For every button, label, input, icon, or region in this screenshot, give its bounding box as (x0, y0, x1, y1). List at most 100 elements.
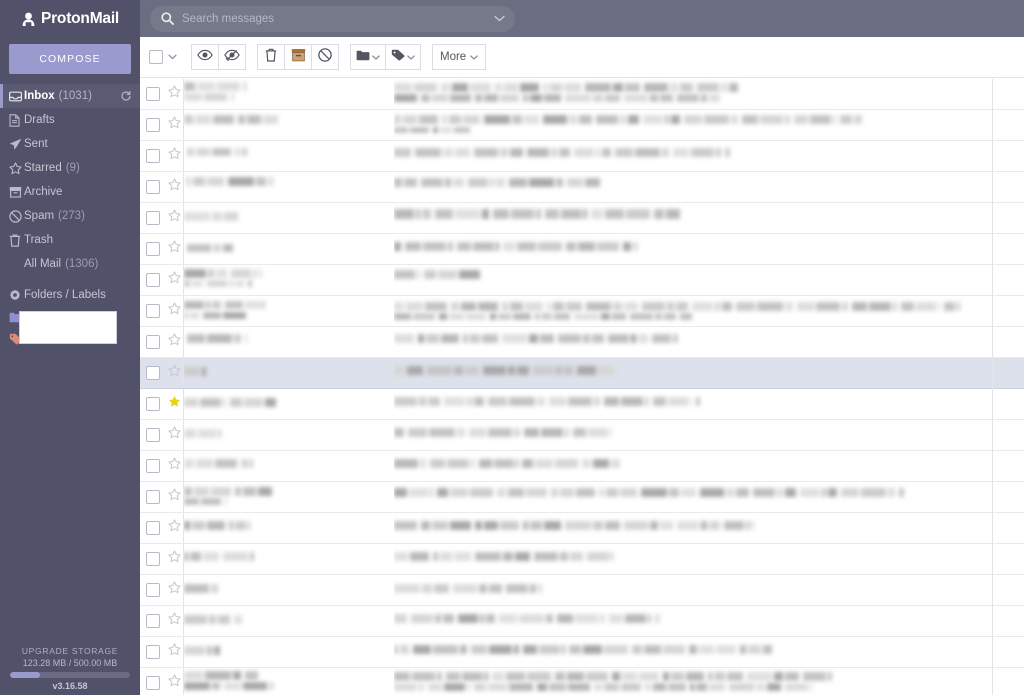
message-row[interactable] (140, 512, 1024, 544)
search-bar[interactable] (150, 5, 515, 32)
message-row[interactable] (140, 667, 1024, 695)
message-checkbox[interactable] (145, 614, 160, 628)
redacted-text (394, 177, 602, 187)
star-icon[interactable] (167, 612, 181, 630)
message-checkbox[interactable] (145, 428, 160, 442)
star-icon[interactable] (167, 364, 181, 382)
message-row[interactable] (140, 388, 1024, 420)
move-to-folder-button[interactable] (350, 44, 386, 70)
message-row[interactable] (140, 543, 1024, 575)
message-row[interactable] (140, 326, 1024, 358)
message-checkbox[interactable] (145, 490, 160, 504)
sidebar-item-folders-labels[interactable]: Folders / Labels (0, 284, 140, 306)
message-checkbox[interactable] (145, 583, 160, 597)
star-icon[interactable] (167, 488, 181, 506)
redacted-text (184, 681, 278, 690)
star-icon[interactable] (167, 581, 181, 599)
star-icon[interactable] (167, 85, 181, 103)
star-icon[interactable] (167, 240, 181, 258)
message-row[interactable] (140, 171, 1024, 203)
message-checkbox[interactable] (145, 552, 160, 566)
delete-button[interactable] (257, 44, 285, 70)
label-as-button[interactable] (385, 44, 421, 70)
message-row[interactable] (140, 481, 1024, 513)
star-icon[interactable] (167, 271, 181, 289)
message-star-cell (165, 550, 183, 568)
message-checkbox[interactable] (145, 304, 160, 318)
star-icon[interactable] (167, 519, 181, 537)
message-checkbox[interactable] (145, 149, 160, 163)
message-checkbox[interactable] (145, 521, 160, 535)
message-checkbox[interactable] (145, 273, 160, 287)
sidebar-item-starred[interactable]: Starred (9) (0, 156, 140, 180)
select-all-checkbox[interactable] (149, 50, 163, 64)
star-icon[interactable] (167, 209, 181, 227)
redacted-text (184, 497, 228, 505)
sidebar-item-inbox[interactable]: Inbox (1031) (0, 84, 140, 108)
star-icon[interactable] (167, 643, 181, 661)
archive-button[interactable] (284, 44, 312, 70)
refresh-icon[interactable] (120, 90, 132, 102)
star-icon[interactable] (167, 550, 181, 568)
search-input[interactable] (182, 12, 494, 25)
message-checkbox[interactable] (145, 180, 160, 194)
message-checkbox[interactable] (145, 397, 160, 411)
message-list[interactable] (140, 79, 1024, 695)
message-checkbox-cell (140, 366, 165, 380)
message-checkbox[interactable] (145, 242, 160, 256)
message-row[interactable] (140, 264, 1024, 296)
message-row[interactable] (140, 295, 1024, 327)
sidebar-item-drafts[interactable]: Drafts (0, 108, 140, 132)
message-row[interactable] (140, 357, 1024, 389)
mark-unread-button[interactable] (218, 44, 246, 70)
main-area: More (140, 0, 1024, 695)
message-checkbox[interactable] (145, 676, 160, 690)
sent-icon (9, 138, 24, 151)
top-bar (140, 0, 1024, 37)
star-icon[interactable] (167, 333, 181, 351)
message-checkbox[interactable] (145, 645, 160, 659)
mark-read-button[interactable] (191, 44, 219, 70)
message-row[interactable] (140, 109, 1024, 141)
message-row[interactable] (140, 574, 1024, 606)
sidebar-item-spam[interactable]: Spam (273) (0, 204, 140, 228)
message-checkbox[interactable] (145, 335, 160, 349)
message-row[interactable] (140, 450, 1024, 482)
message-row[interactable] (140, 419, 1024, 451)
message-row[interactable] (140, 79, 1024, 110)
app-version: v3.16.58 (52, 681, 88, 691)
star-icon[interactable] (168, 395, 181, 413)
star-icon[interactable] (167, 116, 181, 134)
star-icon[interactable] (167, 178, 181, 196)
compose-button[interactable]: COMPOSE (9, 44, 131, 74)
message-row[interactable] (140, 233, 1024, 265)
message-checkbox[interactable] (145, 211, 160, 225)
spam-button[interactable] (311, 44, 339, 70)
message-row[interactable] (140, 636, 1024, 668)
message-row[interactable] (140, 605, 1024, 637)
chevron-down-icon[interactable] (494, 15, 505, 22)
star-icon[interactable] (167, 147, 181, 165)
message-checkbox[interactable] (145, 118, 160, 132)
more-dropdown-button[interactable]: More (432, 44, 487, 70)
message-checkbox[interactable] (145, 459, 160, 473)
message-star-cell (165, 643, 183, 661)
sidebar-item-sent[interactable]: Sent (0, 132, 140, 156)
sidebar-item-label: Drafts (24, 114, 55, 126)
star-icon[interactable] (167, 426, 181, 444)
select-all-chevron-down-icon[interactable] (168, 54, 177, 60)
message-checkbox[interactable] (145, 366, 160, 380)
star-icon[interactable] (167, 457, 181, 475)
move-group (257, 44, 339, 70)
sidebar-item-trash[interactable]: Trash (0, 228, 140, 252)
message-subject (394, 172, 992, 203)
sidebar-item-all-mail[interactable]: All Mail (1306) (0, 252, 140, 276)
message-row[interactable] (140, 140, 1024, 172)
star-icon[interactable] (167, 674, 181, 692)
upgrade-storage-link[interactable]: UPGRADE STORAGE (10, 645, 130, 657)
message-checkbox[interactable] (145, 87, 160, 101)
star-icon[interactable] (167, 302, 181, 320)
message-row[interactable] (140, 202, 1024, 234)
sidebar-item-archive[interactable]: Archive (0, 180, 140, 204)
sidebar-item-count: (1031) (58, 90, 92, 102)
